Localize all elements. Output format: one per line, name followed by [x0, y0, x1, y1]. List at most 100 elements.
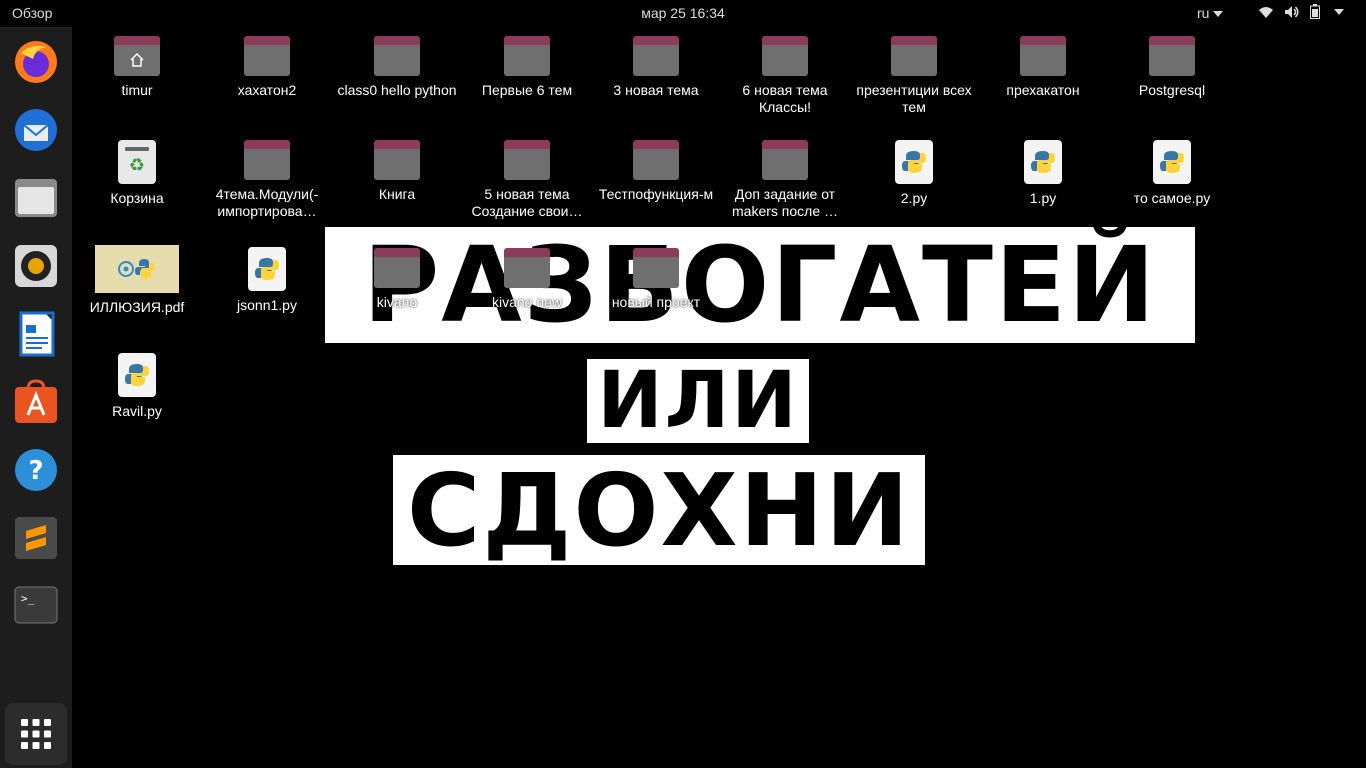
home-folder-icon [114, 36, 160, 76]
icon-label: kivano [376, 294, 418, 310]
folder-icon [762, 36, 808, 76]
document-icon [19, 311, 55, 357]
icon-label: 1.py [1029, 190, 1057, 206]
terminal-launcher[interactable]: >_ [12, 582, 60, 630]
icon-label: новый проект [611, 294, 701, 310]
icon-label: Доп задание от makers после … [732, 186, 838, 219]
speaker-icon [15, 245, 57, 287]
chevron-down-icon [1334, 8, 1344, 15]
firefox-icon [15, 41, 57, 83]
desktop-icon-folder[interactable]: kivano new [467, 248, 587, 311]
python-icon [1153, 140, 1191, 184]
icon-label: Ravil.py [112, 403, 162, 419]
rhythmbox-launcher[interactable] [12, 242, 60, 290]
folder-icon [374, 140, 420, 180]
files-launcher[interactable] [12, 174, 60, 222]
firefox-launcher[interactable] [12, 38, 60, 86]
folder-icon [633, 36, 679, 76]
python-icon [118, 353, 156, 397]
clock[interactable]: мар 25 16:34 [0, 5, 1366, 21]
svg-text:>_: >_ [21, 592, 35, 605]
pdf-thumbnail-icon [95, 245, 179, 293]
folder-icon [504, 36, 550, 76]
folder-icon [633, 140, 679, 180]
desktop-icon-folder[interactable]: 6 новая тема Классы! [725, 36, 845, 116]
sublime-launcher[interactable] [12, 514, 60, 562]
icon-label: timur [121, 82, 153, 98]
help-launcher[interactable]: ? [12, 446, 60, 494]
wallpaper-line-3: СДОХНИ [393, 452, 925, 569]
volume-icon [1285, 5, 1299, 18]
desktop-icon-folder[interactable]: 4тема.Модули(-импортирова… [207, 140, 327, 220]
chevron-down-icon [1213, 11, 1224, 18]
desktop-icon-folder[interactable]: прехакатон [983, 36, 1103, 99]
folder-icon [504, 140, 550, 180]
python-icon [895, 140, 933, 184]
desktop-icon-folder[interactable]: новый проект [596, 248, 716, 311]
folder-icon [891, 36, 937, 76]
thunderbird-launcher[interactable] [12, 106, 60, 154]
terminal-icon: >_ [14, 586, 58, 624]
desktop-icon-folder[interactable]: хахатон2 [207, 36, 327, 99]
folder-icon [633, 248, 679, 288]
folder-icon [1020, 36, 1066, 76]
desktop-icon-python[interactable]: 2.py [854, 140, 974, 207]
icon-label: jsonn1.py [237, 297, 297, 313]
folder-icon [244, 36, 290, 76]
desktop-icon-timur[interactable]: timur [77, 36, 197, 99]
desktop-icon-folder[interactable]: презентиции всех тем [854, 36, 974, 116]
icon-label: Тестпофункция-м [598, 186, 714, 202]
desktop-icon-python[interactable]: 1.py [983, 140, 1103, 207]
folder-icon [504, 248, 550, 288]
icon-label: Корзина [110, 190, 164, 206]
desktop-icon-folder[interactable]: Первые 6 тем [467, 36, 587, 99]
desktop-icon-folder[interactable]: class0 hello python [337, 36, 457, 99]
desktop-icon-trash[interactable]: ♻ Корзина [77, 140, 197, 207]
svg-text:♻: ♻ [129, 155, 145, 176]
desktop-icon-python[interactable]: jsonn1.py [207, 247, 327, 314]
language-indicator[interactable]: ru [1197, 5, 1224, 21]
dock: ? >_ [0, 27, 72, 768]
desktop-icon-folder[interactable]: 5 новая тема Создание свои… [467, 140, 587, 220]
folder-icon [374, 248, 420, 288]
icon-label: Postgresql [1138, 82, 1206, 98]
desktop-icon-folder[interactable]: Тестпофункция-м [596, 140, 716, 203]
icon-label: 5 новая тема Создание свои… [471, 186, 583, 219]
icon-label: презентиции всех тем [856, 82, 972, 115]
python-icon [1024, 140, 1062, 184]
desktop-icon-python[interactable]: то самое.py [1112, 140, 1232, 207]
folder-icon [244, 140, 290, 180]
grid-icon [21, 719, 51, 749]
wifi-icon [1259, 6, 1273, 18]
shopping-bag-icon [15, 379, 57, 423]
icon-label: kivano new [491, 294, 563, 310]
desktop-icon-python[interactable]: Ravil.py [77, 353, 197, 420]
software-launcher[interactable] [12, 378, 60, 426]
show-applications-button[interactable] [5, 703, 67, 765]
desktop-icon-folder[interactable]: Доп задание от makers после … [725, 140, 845, 220]
battery-icon [1310, 4, 1320, 19]
desktop-icon-pdf[interactable]: ИЛЛЮЗИЯ.pdf [77, 245, 197, 316]
top-bar: Обзор мар 25 16:34 ru [0, 0, 1366, 27]
system-tray[interactable] [1258, 4, 1344, 19]
icon-label: 6 новая тема Классы! [742, 82, 828, 115]
folder-icon [374, 36, 420, 76]
thunderbird-icon [15, 109, 57, 151]
svg-text:?: ? [28, 456, 43, 486]
folder-icon [762, 140, 808, 180]
wallpaper-line-2: ИЛИ [587, 356, 809, 446]
language-label: ru [1197, 5, 1210, 21]
help-icon: ? [15, 449, 57, 491]
desktop-icon-folder[interactable]: Книга [337, 140, 457, 203]
writer-launcher[interactable] [12, 310, 60, 358]
icon-label: Первые 6 тем [481, 82, 573, 98]
folder-icon [1149, 36, 1195, 76]
python-icon [248, 247, 286, 291]
icon-label: 4тема.Модули(-импортирова… [215, 186, 319, 219]
desktop-icon-folder[interactable]: Postgresql [1112, 36, 1232, 99]
desktop-icon-folder[interactable]: 3 новая тема [596, 36, 716, 99]
folder-icon [15, 179, 57, 217]
trash-icon: ♻ [118, 140, 156, 184]
desktop-icon-folder[interactable]: kivano [337, 248, 457, 311]
icon-label: 2.py [900, 190, 928, 206]
